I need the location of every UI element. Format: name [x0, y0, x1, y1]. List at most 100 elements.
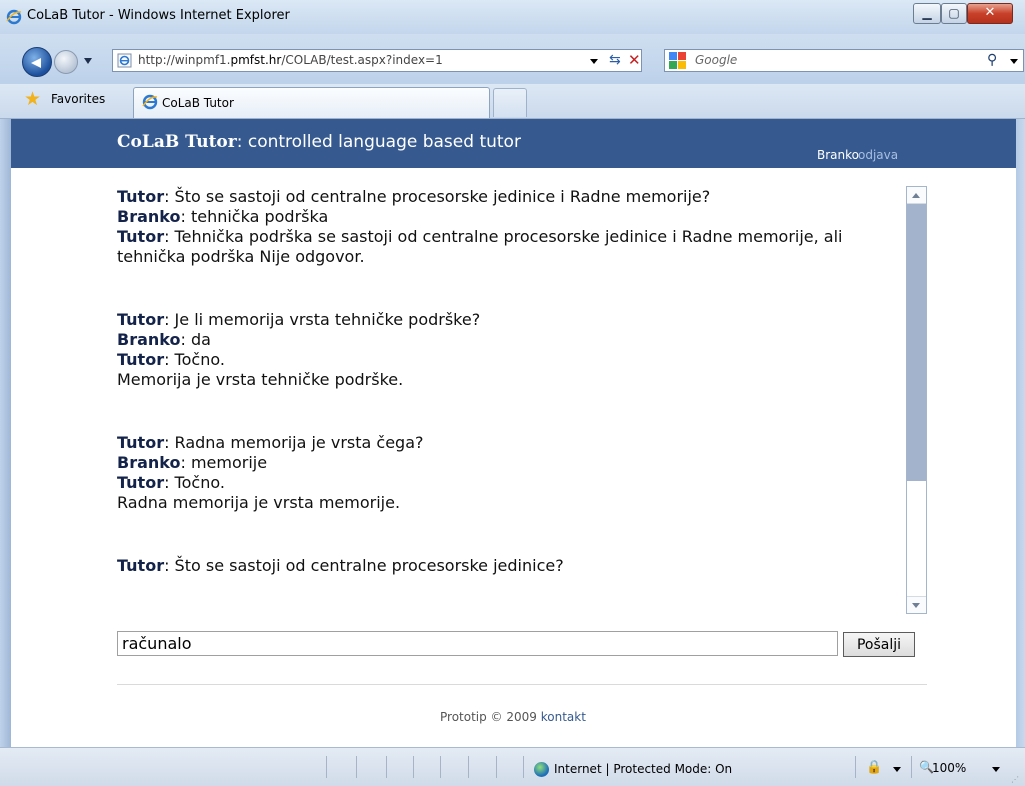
- status-divider: [911, 756, 912, 778]
- zoom-dropdown-icon[interactable]: [992, 767, 1000, 772]
- contact-link[interactable]: kontakt: [541, 710, 586, 724]
- status-divider: [440, 756, 441, 778]
- tab-label: CoLaB Tutor: [162, 96, 234, 110]
- message-gap: [117, 267, 902, 310]
- favorites-button[interactable]: ★ Favorites: [2, 87, 122, 113]
- search-bar[interactable]: Google ⚲: [664, 49, 1024, 72]
- message-text: : tehnička podrška: [180, 207, 329, 226]
- resize-grip-icon[interactable]: ⋰: [1011, 775, 1019, 784]
- speaker-name: Tutor: [117, 433, 165, 452]
- recent-pages-dropdown-icon[interactable]: [84, 58, 92, 64]
- status-divider: [523, 756, 524, 778]
- forward-button[interactable]: [54, 50, 78, 74]
- message-text: : Tehnička podrška se sastoji od central…: [117, 227, 843, 266]
- address-bar[interactable]: http://winpmf1.pmfst.hr/COLAB/test.aspx?…: [112, 49, 642, 72]
- chat-line: Branko: da: [117, 330, 902, 350]
- status-divider: [855, 756, 856, 778]
- ie-logo-icon: [142, 94, 158, 110]
- chat-line: Tutor: Što se sastoji od centralne proce…: [117, 187, 902, 207]
- speaker-name: Tutor: [117, 310, 165, 329]
- status-divider: [386, 756, 387, 778]
- security-zone-text[interactable]: Internet | Protected Mode: On: [554, 762, 732, 776]
- chat-log: Tutor: Što se sastoji od centralne proce…: [117, 187, 902, 576]
- footer-text: Prototip © 2009: [440, 710, 541, 724]
- favorites-label: Favorites: [51, 92, 106, 106]
- window-frame-left: [0, 119, 11, 747]
- status-divider: [413, 756, 414, 778]
- message-text: : da: [180, 330, 211, 349]
- protected-mode-dropdown-icon[interactable]: [893, 767, 901, 772]
- message-text: Memorija je vrsta tehničke podrške.: [117, 370, 404, 389]
- chat-line: Tutor: Je li memorija vrsta tehničke pod…: [117, 310, 902, 330]
- message-text: : Točno.: [164, 350, 225, 369]
- back-button[interactable]: [22, 47, 52, 77]
- site-title: CoLaB Tutor: controlled language based t…: [117, 132, 521, 152]
- answer-input[interactable]: [117, 631, 838, 656]
- speaker-name: Branko: [117, 453, 181, 472]
- message-text: : Što se sastoji od centralne procesorsk…: [164, 556, 564, 575]
- globe-icon: [534, 762, 549, 777]
- scroll-down-button[interactable]: [907, 596, 926, 613]
- speaker-name: Tutor: [117, 187, 165, 206]
- minimize-button[interactable]: ▁: [913, 3, 941, 24]
- message-gap: [117, 390, 902, 433]
- tab-colab-tutor[interactable]: CoLaB Tutor: [133, 87, 490, 118]
- message-text: : Je li memorija vrsta tehničke podrške?: [164, 310, 481, 329]
- chat-line: Tutor: Što se sastoji od centralne proce…: [117, 556, 902, 576]
- chat-line: Memorija je vrsta tehničke podrške.: [117, 370, 902, 390]
- logout-link[interactable]: odjava: [858, 148, 898, 162]
- close-button[interactable]: ✕: [967, 3, 1013, 24]
- address-url[interactable]: http://winpmf1.pmfst.hr/COLAB/test.aspx?…: [138, 53, 443, 67]
- page-header: CoLaB Tutor: controlled language based t…: [11, 119, 1016, 168]
- star-icon: ★: [24, 88, 42, 110]
- stop-icon[interactable]: ✕: [628, 51, 641, 69]
- dropdown-icon[interactable]: [590, 59, 598, 64]
- status-divider: [356, 756, 357, 778]
- speaker-name: Branko: [117, 330, 181, 349]
- search-dropdown-icon[interactable]: [1010, 59, 1018, 64]
- close-icon: ✕: [984, 5, 996, 20]
- favorites-bar: ★ Favorites CoLaB Tutor: [0, 84, 1025, 119]
- search-placeholder[interactable]: Google: [695, 53, 737, 67]
- ie-page-icon: [117, 53, 132, 68]
- message-text: : Točno.: [164, 473, 225, 492]
- window-title: CoLaB Tutor - Windows Internet Explorer: [27, 8, 290, 23]
- site-name: CoLaB Tutor: [117, 132, 237, 152]
- status-divider: [468, 756, 469, 778]
- user-name: Branko: [817, 148, 859, 162]
- chat-line: Branko: tehnička podrška: [117, 207, 902, 227]
- search-icon[interactable]: ⚲: [987, 52, 997, 68]
- address-domain: pmfst.hr: [230, 53, 282, 67]
- chat-line: Tutor: Tehnička podrška se sastoji od ce…: [117, 227, 902, 267]
- divider: [117, 684, 927, 685]
- ie-logo-icon: [6, 9, 22, 25]
- status-divider: [326, 756, 327, 778]
- send-button[interactable]: Pošalji: [843, 632, 915, 657]
- speaker-name: Tutor: [117, 556, 165, 575]
- scroll-thumb[interactable]: [907, 204, 926, 481]
- scroll-up-button[interactable]: [907, 187, 926, 204]
- site-tagline: : controlled language based tutor: [236, 132, 521, 152]
- maximize-icon: ▢: [948, 6, 960, 20]
- speaker-name: Tutor: [117, 227, 165, 246]
- chat-line: Branko: memorije: [117, 453, 902, 473]
- window-frame-right: [1016, 119, 1025, 747]
- chat-line: Tutor: Točno.: [117, 473, 902, 493]
- status-divider: [496, 756, 497, 778]
- footer: Prototip © 2009 kontakt: [440, 710, 586, 724]
- protected-mode-icon[interactable]: 🔒: [866, 760, 882, 775]
- speaker-name: Branko: [117, 207, 181, 226]
- new-tab-button[interactable]: [493, 88, 527, 117]
- refresh-icon[interactable]: ⇆: [609, 52, 621, 68]
- speaker-name: Tutor: [117, 473, 165, 492]
- chat-line: Tutor: Točno.: [117, 350, 902, 370]
- message-text: : Radna memorija je vrsta čega?: [164, 433, 424, 452]
- message-text: : Što se sastoji od centralne procesorsk…: [164, 187, 711, 206]
- chat-scrollbar[interactable]: [906, 186, 927, 614]
- browser-window: CoLaB Tutor - Windows Internet Explorer …: [0, 0, 1025, 786]
- google-logo: [669, 52, 686, 69]
- zoom-level[interactable]: 100%: [932, 761, 966, 775]
- chat-line: Tutor: Radna memorija je vrsta čega?: [117, 433, 902, 453]
- maximize-button[interactable]: ▢: [941, 3, 967, 24]
- chat-line: Radna memorija je vrsta memorije.: [117, 493, 902, 513]
